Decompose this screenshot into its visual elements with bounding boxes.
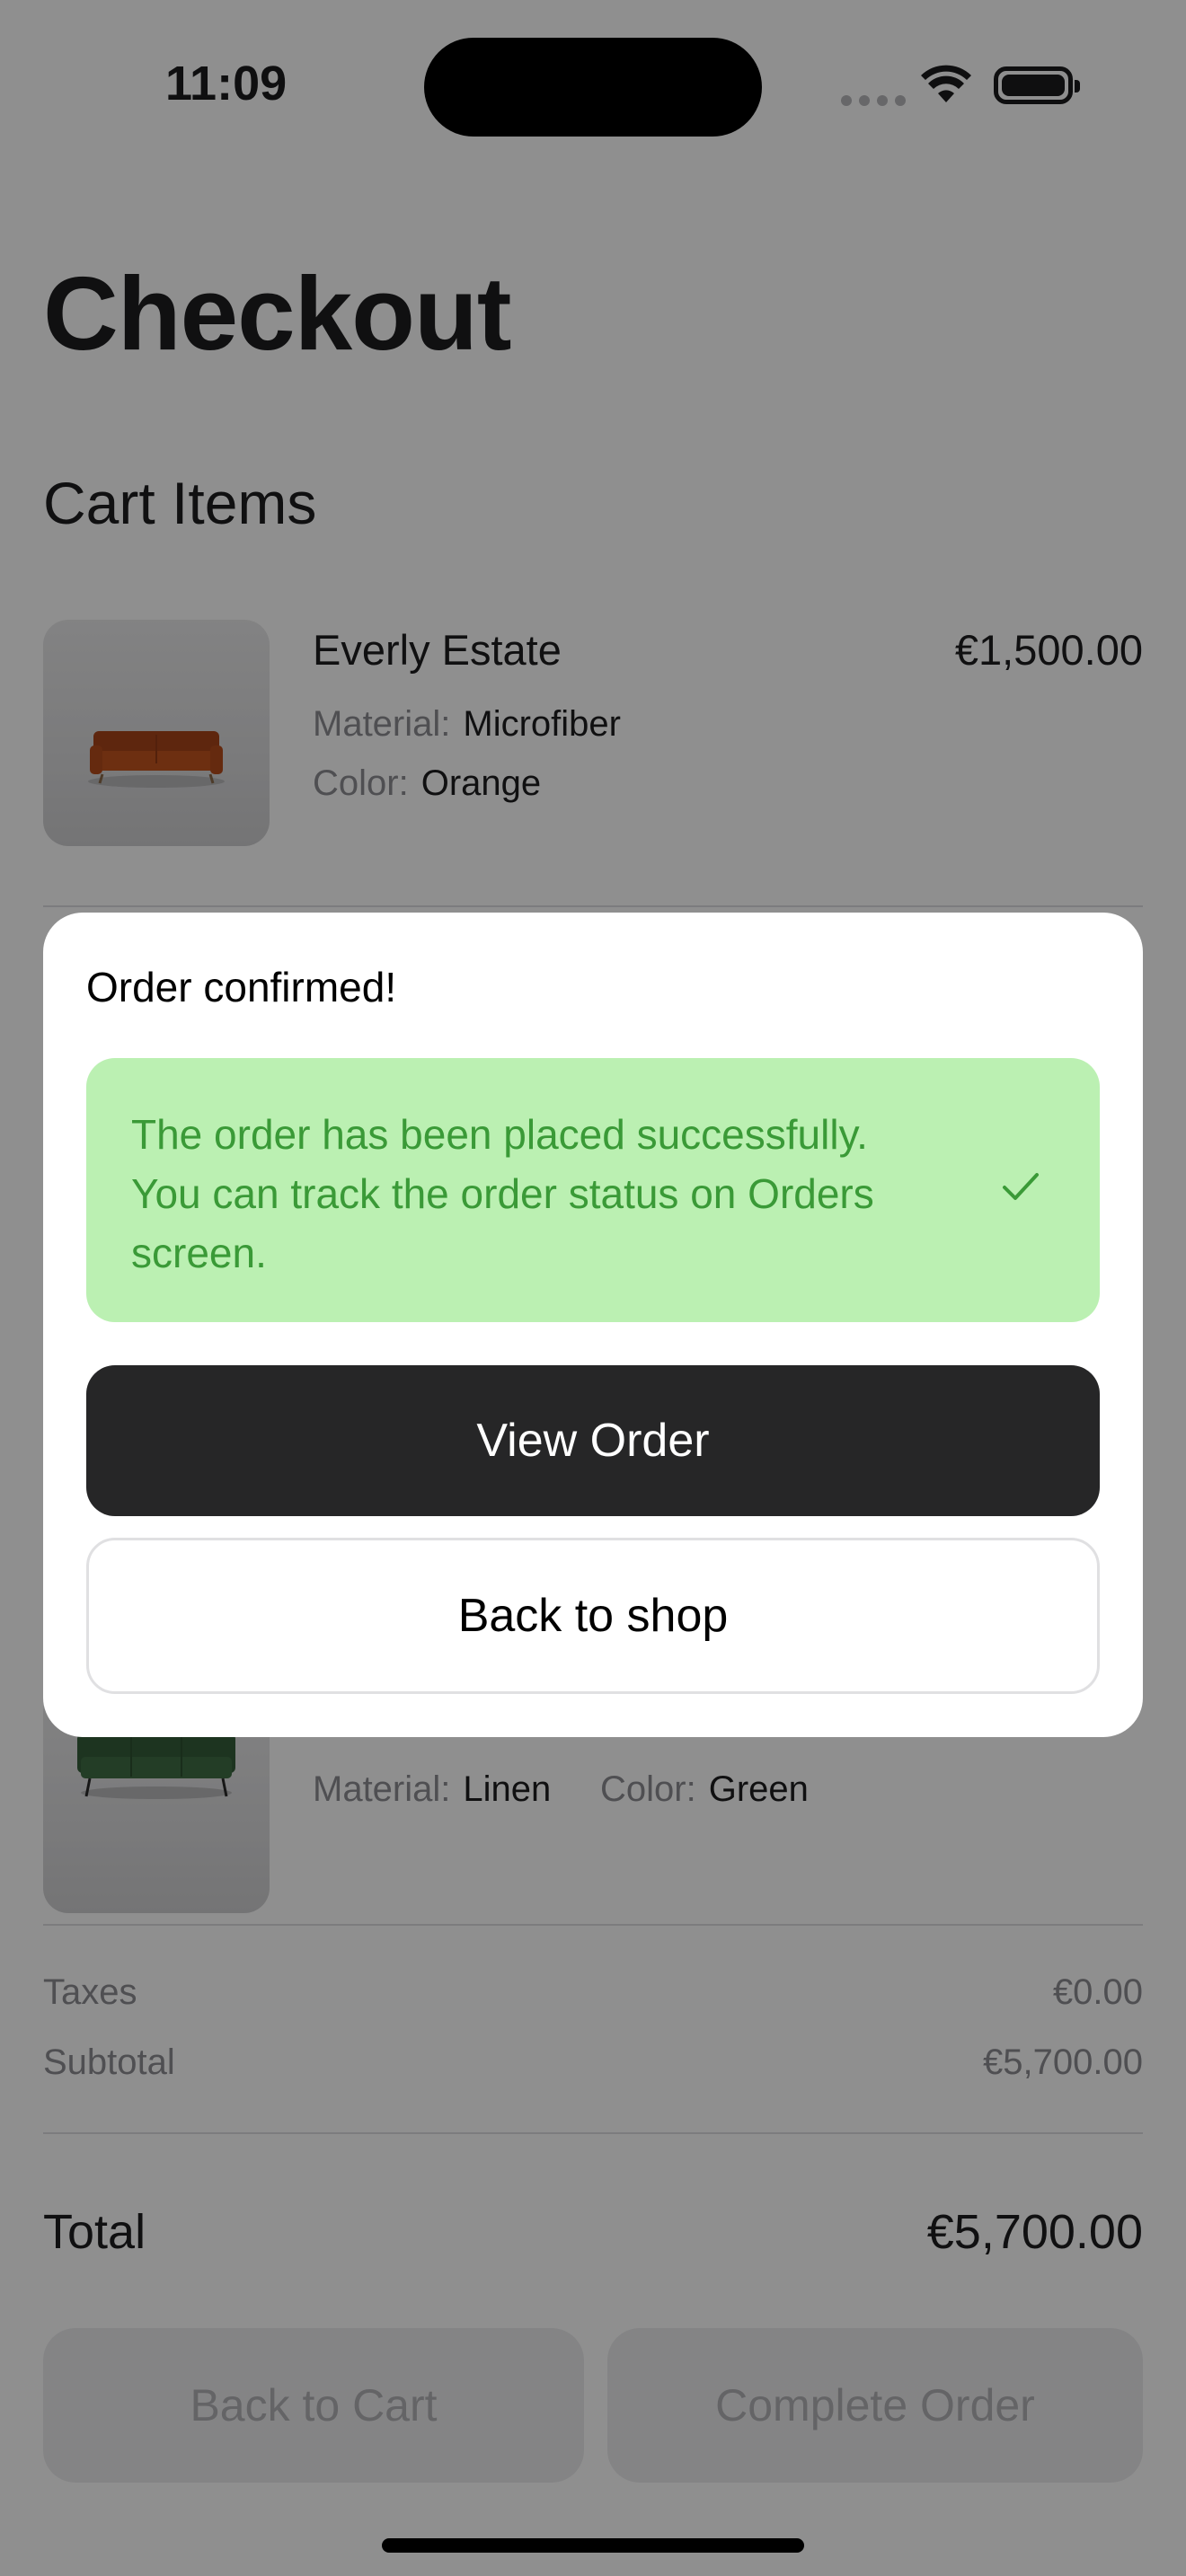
success-message-box: The order has been placed successfully. … (86, 1058, 1100, 1322)
order-confirmed-dialog: Order confirmed! The order has been plac… (43, 913, 1143, 1737)
checkmark-icon (1003, 1173, 1039, 1200)
dialog-title: Order confirmed! (86, 964, 397, 1010)
home-indicator[interactable] (382, 2538, 804, 2553)
success-message: The order has been placed successfully. … (131, 1111, 874, 1276)
view-order-button[interactable]: View Order (86, 1365, 1100, 1516)
back-to-shop-button[interactable]: Back to shop (86, 1538, 1100, 1694)
